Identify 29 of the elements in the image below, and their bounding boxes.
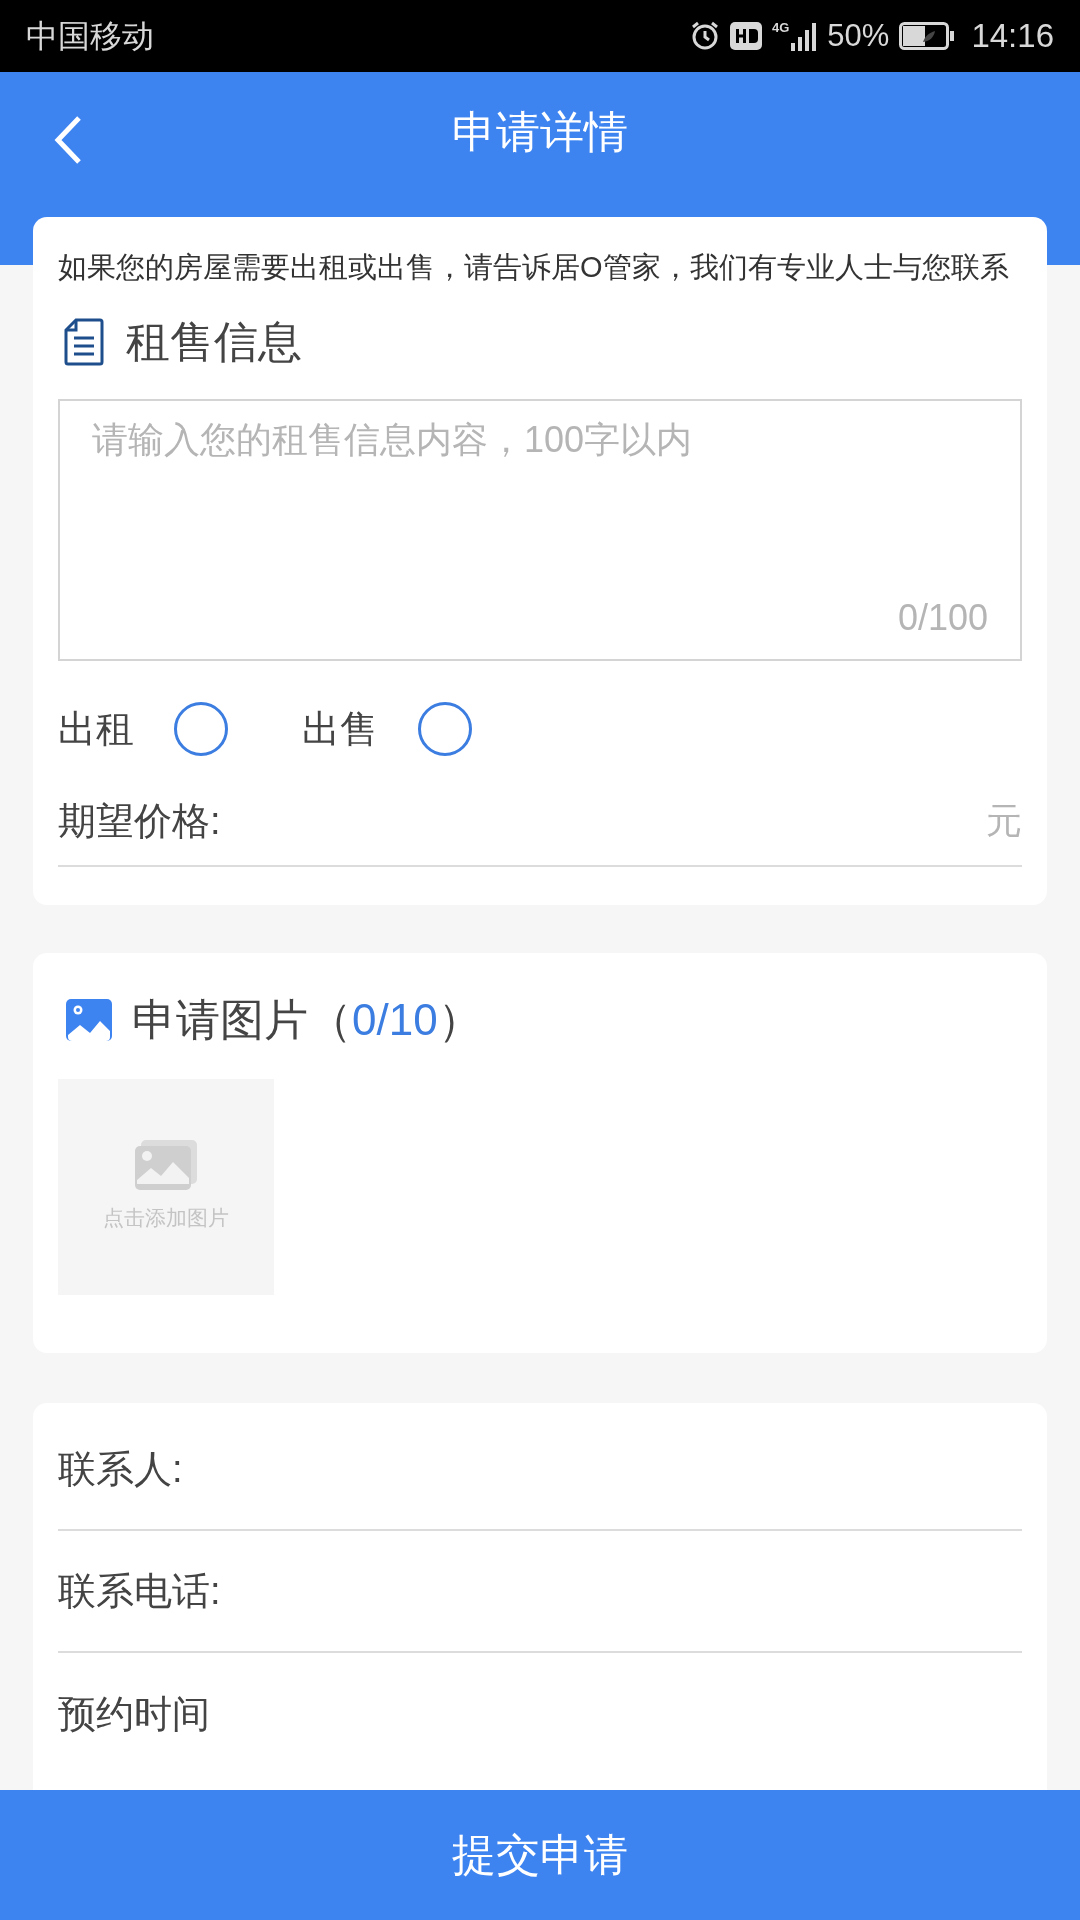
section-heading: 申请图片（0/10） bbox=[132, 994, 482, 1046]
field-label: 预约时间 bbox=[58, 1691, 210, 1737]
char-counter: 0/100 bbox=[897, 596, 988, 640]
image-placeholder-icon bbox=[135, 1140, 197, 1191]
page-title: 申请详情 bbox=[452, 106, 628, 158]
battery-icon bbox=[899, 22, 956, 50]
radio-button[interactable] bbox=[418, 702, 472, 756]
textarea-placeholder: 请输入您的租售信息内容，100字以内 bbox=[92, 419, 693, 460]
document-icon bbox=[64, 318, 104, 366]
battery-percent: 50% bbox=[827, 16, 890, 55]
field-label: 联系电话: bbox=[58, 1568, 221, 1614]
option-label: 出租 bbox=[58, 706, 134, 752]
back-icon bbox=[53, 115, 83, 165]
image-icon bbox=[66, 999, 112, 1041]
field-label: 联系人: bbox=[58, 1446, 183, 1492]
submit-button[interactable]: 提交申请 bbox=[0, 1790, 1080, 1920]
intro-text: 如果您的房屋需要出租或出售，请告诉居O管家，我们有专业人士与您联系 bbox=[58, 250, 1010, 285]
carrier-name: 中国移动 bbox=[26, 17, 154, 56]
alarm-icon bbox=[690, 21, 720, 51]
network-type: 4G bbox=[772, 21, 790, 34]
price-label: 期望价格: bbox=[58, 798, 221, 844]
radio-button[interactable] bbox=[174, 702, 228, 756]
hd-icon bbox=[730, 22, 762, 50]
clock-time: 14:16 bbox=[971, 16, 1054, 57]
section-heading: 租售信息 bbox=[126, 316, 302, 368]
currency-unit: 元 bbox=[986, 799, 1022, 843]
signal-icon bbox=[791, 21, 818, 51]
info-textarea[interactable]: 请输入您的租售信息内容，100字以内 0/100 bbox=[58, 399, 1022, 661]
option-label: 出售 bbox=[302, 706, 378, 752]
